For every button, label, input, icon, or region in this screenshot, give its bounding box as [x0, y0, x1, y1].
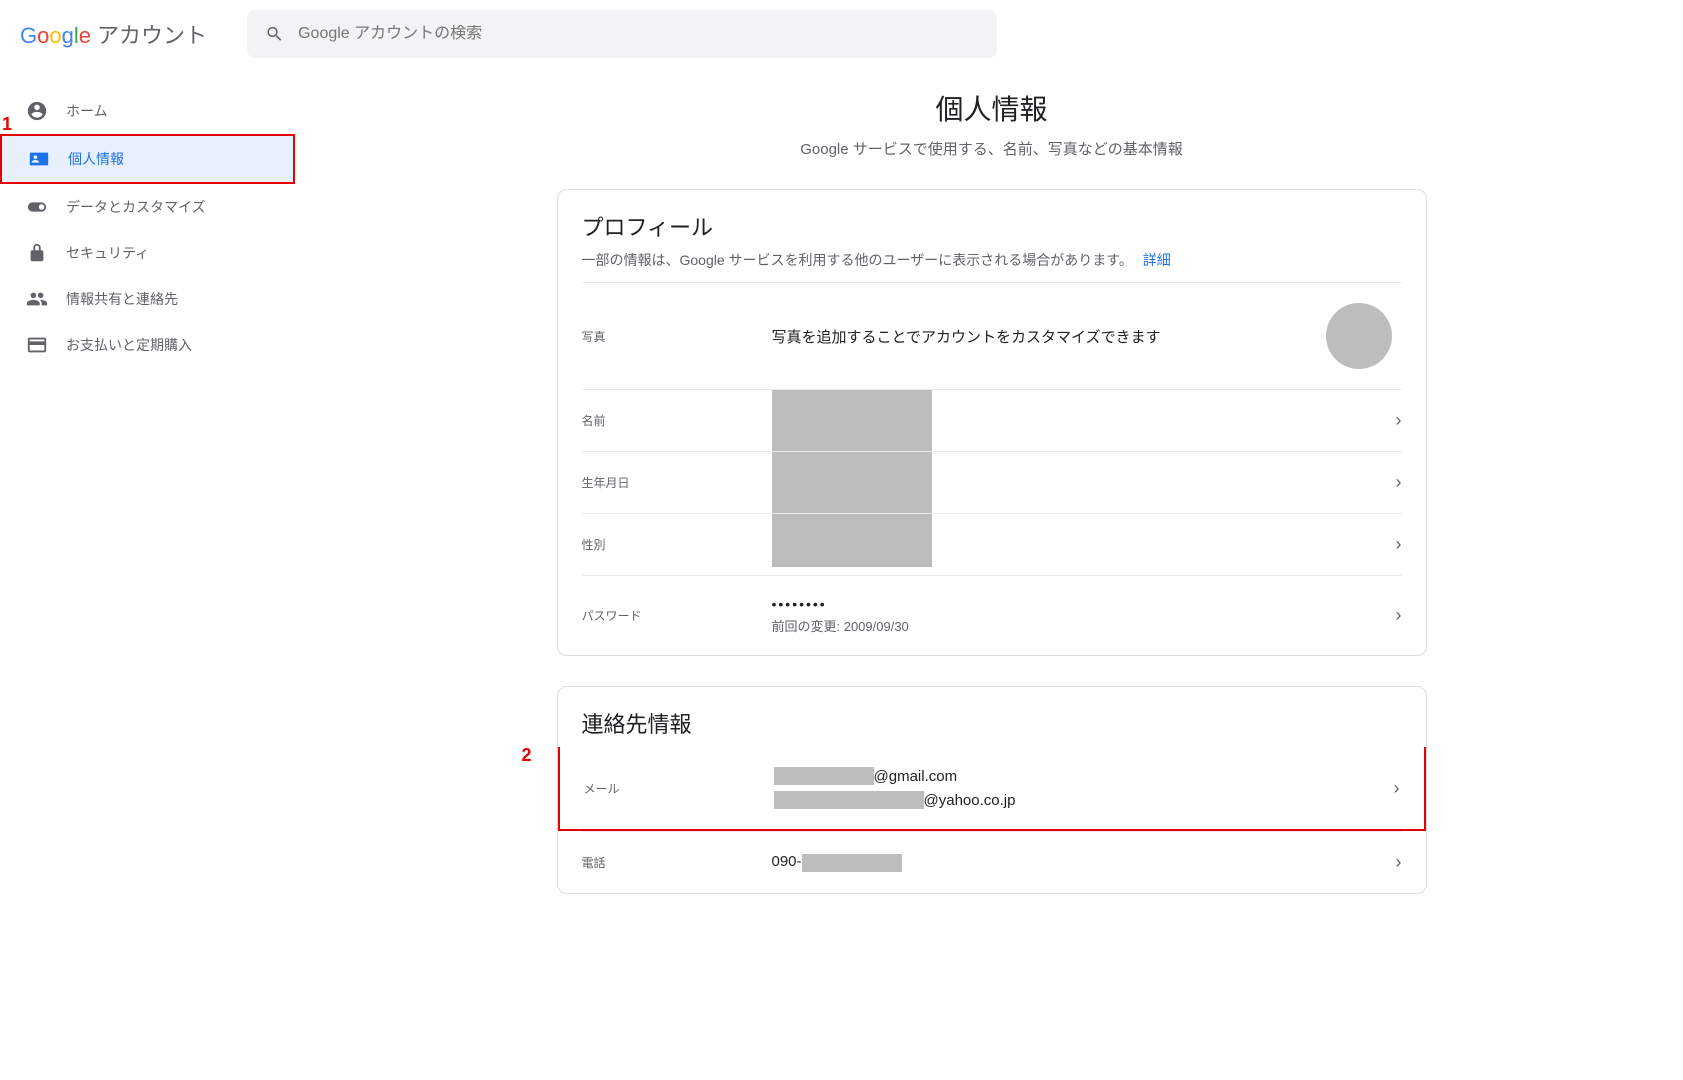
row-label: メール [584, 780, 774, 797]
chevron-right-icon: › [1396, 534, 1402, 555]
sidebar-item-label: セキュリティ [66, 243, 149, 263]
redacted [774, 767, 874, 785]
sidebar-item-sharing[interactable]: 情報共有と連絡先 [0, 276, 290, 322]
row-value: 090- [772, 853, 1396, 871]
chevron-right-icon: › [1396, 605, 1402, 626]
sidebar-item-data[interactable]: データとカスタマイズ [0, 184, 290, 230]
contact-row-email[interactable]: メール @gmail.com @yahoo.co.jp › [558, 747, 1426, 831]
page-title: 個人情報 [340, 88, 1643, 128]
redacted [774, 791, 924, 809]
profile-card-title: プロフィール [582, 210, 1402, 242]
search-icon [265, 24, 284, 44]
row-label: 名前 [582, 412, 772, 429]
chevron-right-icon: › [1394, 778, 1400, 799]
main-content: 個人情報 Google サービスで使用する、名前、写真などの基本情報 プロフィー… [300, 68, 1683, 984]
row-value: 写真を追加することでアカウントをカスタマイズできます [772, 326, 1326, 347]
sidebar-item-label: データとカスタマイズ [66, 197, 206, 217]
row-label: 電話 [582, 854, 772, 871]
redacted [802, 854, 902, 872]
chevron-right-icon: › [1396, 472, 1402, 493]
page-subtitle: Google サービスで使用する、名前、写真などの基本情報 [340, 138, 1643, 159]
row-label: 写真 [582, 328, 772, 345]
row-label: 生年月日 [582, 474, 772, 491]
row-value: @gmail.com @yahoo.co.jp [774, 767, 1394, 809]
search-input[interactable] [298, 25, 979, 43]
profile-row-password[interactable]: パスワード •••••••• 前回の変更: 2009/09/30 › [582, 575, 1402, 655]
profile-card: プロフィール 一部の情報は、Google サービスを利用する他のユーザーに表示さ… [557, 189, 1427, 656]
contact-card-title: 連絡先情報 [582, 707, 1402, 739]
contact-card: 2 連絡先情報 メール @gmail.com @yahoo.co.jp › 電話… [557, 686, 1427, 894]
top-bar: Google アカウント [0, 0, 1683, 68]
sidebar-item-label: 情報共有と連絡先 [66, 289, 178, 309]
annotation-1: 1 [2, 114, 12, 135]
lock-icon [26, 242, 48, 264]
sidebar-item-payments[interactable]: お支払いと定期購入 [0, 322, 290, 368]
logo-area[interactable]: Google アカウント [20, 18, 207, 50]
user-circle-icon [26, 100, 48, 122]
row-label: 性別 [582, 536, 772, 553]
toggle-icon [26, 196, 48, 218]
sidebar-item-security[interactable]: セキュリティ [0, 230, 290, 276]
contact-row-phone[interactable]: 電話 090- › [582, 831, 1402, 893]
sidebar-item-label: ホーム [66, 101, 108, 121]
sidebar: 1 ホーム 個人情報 データとカスタマイズ セキュリティ 情報共有と連絡先 お支… [0, 68, 300, 984]
profile-row-birthday[interactable]: 生年月日 › [582, 451, 1402, 513]
profile-row-photo[interactable]: 写真 写真を追加することでアカウントをカスタマイズできます [582, 282, 1402, 389]
search-container[interactable] [247, 10, 997, 58]
card-icon [26, 334, 48, 356]
sidebar-item-label: 個人情報 [68, 149, 124, 169]
profile-detail-link[interactable]: 詳細 [1143, 252, 1171, 268]
row-value: •••••••• 前回の変更: 2009/09/30 [772, 596, 1396, 635]
profile-row-name[interactable]: 名前 › [582, 389, 1402, 451]
sidebar-item-personal[interactable]: 個人情報 [0, 134, 295, 184]
people-icon [26, 288, 48, 310]
avatar [1326, 303, 1392, 369]
row-label: パスワード [582, 607, 772, 624]
annotation-2: 2 [522, 745, 532, 766]
id-card-icon [28, 148, 50, 170]
sidebar-item-label: お支払いと定期購入 [66, 335, 192, 355]
chevron-right-icon: › [1396, 852, 1402, 873]
profile-row-gender[interactable]: 性別 › [582, 513, 1402, 575]
sidebar-item-home[interactable]: ホーム [0, 88, 290, 134]
profile-card-desc: 一部の情報は、Google サービスを利用する他のユーザーに表示される場合があり… [582, 250, 1402, 270]
account-label: アカウント [97, 18, 207, 50]
google-logo: Google [20, 23, 91, 49]
chevron-right-icon: › [1396, 410, 1402, 431]
